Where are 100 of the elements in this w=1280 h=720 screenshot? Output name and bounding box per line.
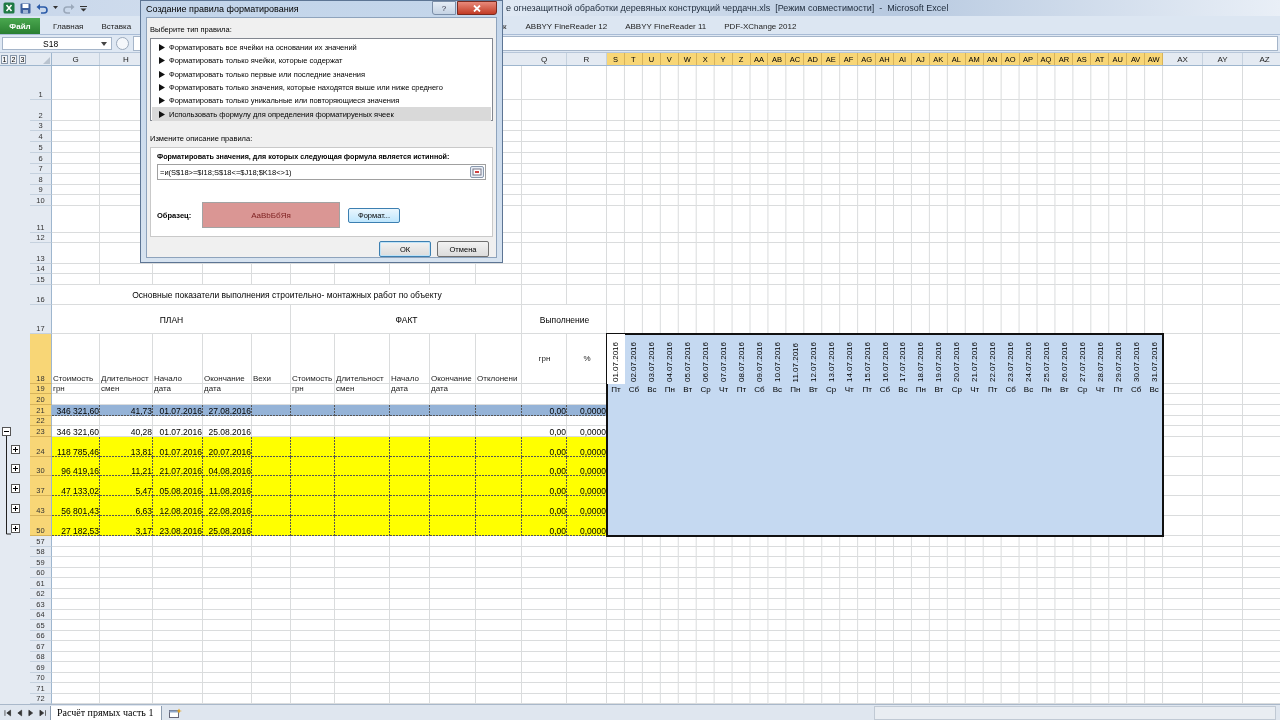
date-cell-text: 18.07.2016 <box>915 340 927 384</box>
weekday-cell-text: Сб <box>878 384 892 394</box>
expand-icon[interactable] <box>11 504 20 513</box>
weekday-cell-text: Чт <box>969 384 981 394</box>
weekday-cell-text: Сб <box>1004 384 1017 394</box>
table-cell-text: 0,00 <box>548 485 567 496</box>
weekday-cell-text: Чт <box>718 384 730 394</box>
first-sheet-icon[interactable] <box>4 709 12 717</box>
date-cell-text: 13.07.2016 <box>825 340 837 384</box>
last-sheet-icon[interactable] <box>38 709 46 717</box>
next-sheet-icon[interactable] <box>27 709 35 717</box>
previous-sheet-icon[interactable] <box>15 709 23 717</box>
ribbon-tab[interactable]: ABBYY FineReader 11 <box>616 19 716 34</box>
ribbon-tab[interactable]: Главная <box>44 19 93 34</box>
date-cell-text: 21.07.2016 <box>969 340 981 384</box>
table-cell-text: 0,00 <box>548 505 567 516</box>
date-cell-text: 07.07.2016 <box>718 340 730 384</box>
column-label: смен <box>100 384 121 394</box>
table-cell-text: 3,17 <box>134 525 153 536</box>
column-label: Начало <box>153 373 183 384</box>
date-cell-text: 29.07.2016 <box>1112 340 1124 384</box>
weekday-cell-text: Пт <box>1112 384 1124 394</box>
column-header[interactable]: AX <box>1163 53 1203 65</box>
table-cell-text: 23.08.2016 <box>158 525 203 536</box>
date-cell-text: 16.07.2016 <box>879 340 891 384</box>
format-preview: AaBbБбЯя <box>202 202 340 228</box>
weekday-cell-text: Чт <box>1094 384 1106 394</box>
ribbon-tab[interactable]: Вставка <box>92 19 141 34</box>
horizontal-scrollbar[interactable] <box>874 706 1276 720</box>
weekday-cell-text: Вс <box>1148 384 1160 394</box>
table-cell-text: 05.08.2016 <box>158 485 203 496</box>
weekday-cell-text: Вт <box>933 384 945 394</box>
table-cell-text: 0,0000 <box>579 485 607 496</box>
table-cell-text: 04.08.2016 <box>207 465 252 476</box>
column-label: Вехи <box>252 373 273 384</box>
table-cell-text: 47 133,02 <box>60 485 100 496</box>
date-cell-text: 24.07.2016 <box>1023 340 1035 384</box>
close-icon <box>473 4 481 12</box>
help-button[interactable]: ? <box>432 1 456 15</box>
date-cell-text: 31.07.2016 <box>1148 340 1160 384</box>
table-cell-text: 12.08.2016 <box>158 505 203 516</box>
save-icon[interactable] <box>20 2 31 14</box>
date-cell-text: 15.07.2016 <box>861 340 873 384</box>
weekday-cell-text: Вс <box>1022 384 1035 394</box>
undo-icon[interactable] <box>36 2 48 14</box>
table-cell-text: 0,0000 <box>579 446 607 457</box>
table-cell-text: 0,0000 <box>579 525 607 536</box>
column-header[interactable]: G <box>52 53 100 65</box>
date-cell-text: 25.07.2016 <box>1040 340 1052 384</box>
ribbon-tab[interactable]: ABBYY FineReader 12 <box>516 19 617 34</box>
table-cell-text: 0,00 <box>548 405 567 416</box>
collapse-dialog-icon[interactable] <box>470 166 484 178</box>
table-cell-text: 25.08.2016 <box>207 426 252 437</box>
file-tab[interactable]: Файл <box>0 18 40 34</box>
date-cell-text: 14.07.2016 <box>843 340 855 384</box>
column-header[interactable]: Q <box>522 53 567 65</box>
table-cell-text: 11.08.2016 <box>208 485 252 496</box>
weekday-cell-text: Сб <box>753 384 766 394</box>
caret-icon[interactable] <box>53 6 58 10</box>
table-cell-text: 27 182,53 <box>60 525 100 536</box>
expand-icon[interactable] <box>11 445 20 454</box>
insert-sheet-icon[interactable] <box>168 707 183 719</box>
sheet-tab[interactable]: Расчёт прямых часть 1 <box>50 705 163 720</box>
date-cell-text: 19.07.2016 <box>933 340 945 384</box>
table-cell-text: 13,81 <box>129 446 153 457</box>
column-header[interactable]: AZ <box>1243 53 1280 65</box>
column-label: дата <box>390 384 409 394</box>
dropdown-icon <box>101 41 107 46</box>
customize-icon[interactable] <box>80 4 87 12</box>
weekday-cell-text: Вс <box>897 384 909 394</box>
name-box[interactable]: S18 <box>2 37 112 50</box>
expand-icon[interactable] <box>11 524 20 533</box>
date-cell-text: 03.07.2016 <box>646 340 658 384</box>
table-cell-text: 346 321,60 <box>55 426 100 437</box>
collapse-icon[interactable] <box>2 427 11 436</box>
weekday-cell-text: Пн <box>1040 384 1053 394</box>
weekday-cell-text: Ср <box>825 384 838 394</box>
weekday-cell-text: Пт <box>861 384 873 394</box>
column-label: Окончание <box>203 373 246 384</box>
date-cell-text: 08.07.2016 <box>736 340 748 384</box>
column-header[interactable]: AY <box>1203 53 1243 65</box>
column-label: грн <box>291 384 305 394</box>
table-title: Выполнение <box>538 313 591 327</box>
table-cell-text: 0,00 <box>548 446 567 457</box>
close-button[interactable] <box>457 1 497 15</box>
weekday-cell-text: Вс <box>771 384 784 394</box>
date-cell-text: 05.07.2016 <box>682 340 694 384</box>
ribbon-tab[interactable]: к <box>500 19 517 34</box>
expand-icon[interactable] <box>11 484 20 493</box>
date-cell-text: 28.07.2016 <box>1094 340 1106 384</box>
table-cell-text: 6,63 <box>134 505 153 516</box>
date-cell-text: 06.07.2016 <box>700 340 712 384</box>
expand-icon[interactable] <box>11 464 20 473</box>
column-label: Начало <box>390 373 420 384</box>
table-cell-text: 11,21 <box>130 465 153 476</box>
date-cell-text: 22.07.2016 <box>987 340 999 384</box>
date-cell-text: 20.07.2016 <box>951 340 963 384</box>
weekday-cell-text: Ср <box>950 384 963 394</box>
ribbon-tab[interactable]: PDF-XChange 2012 <box>715 19 806 34</box>
table-title: ФАКТ <box>394 313 419 327</box>
